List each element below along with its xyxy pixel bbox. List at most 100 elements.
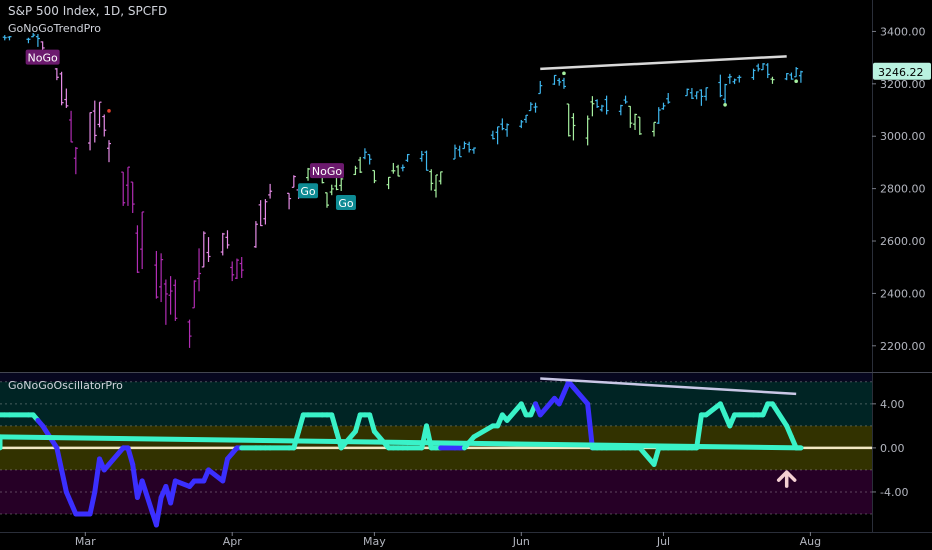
signal-label-go: Go <box>298 183 319 199</box>
price-bar <box>135 225 140 273</box>
price-bar <box>405 153 410 162</box>
price-bar <box>467 141 472 153</box>
price-bar <box>761 63 765 71</box>
price-bar <box>732 78 737 85</box>
price-trendline[interactable] <box>540 55 787 71</box>
price-bar <box>438 171 443 185</box>
price-bar <box>291 175 296 188</box>
signal-dot <box>562 71 566 76</box>
price-bar <box>97 101 102 128</box>
price-bar <box>784 73 789 81</box>
time-tick-label: Jul <box>656 535 670 548</box>
price-dots <box>107 71 798 113</box>
price-bar <box>26 37 31 44</box>
price-bar <box>102 114 107 137</box>
price-bar <box>798 70 803 83</box>
price-bar <box>121 171 126 206</box>
price-bar <box>325 192 329 208</box>
price-bar <box>590 96 595 117</box>
price-bar <box>633 113 638 130</box>
price-bar <box>566 103 571 137</box>
price-bar <box>353 165 358 176</box>
price-bar <box>561 77 566 89</box>
price-bar <box>154 250 159 299</box>
price-bar <box>54 68 59 81</box>
price-bar <box>163 279 168 325</box>
price-trendline-stroke <box>540 55 787 71</box>
price-tick-label: 2400.00 <box>880 287 926 300</box>
price-bar <box>756 63 761 72</box>
price-bar <box>751 68 756 80</box>
price-bar <box>794 67 799 78</box>
price-bar <box>789 72 794 80</box>
price-bar <box>107 140 111 163</box>
price-bar <box>263 199 268 225</box>
price-bar <box>666 93 671 104</box>
price-bar <box>306 167 311 181</box>
time-tick-label: Aug <box>800 535 821 548</box>
price-bar <box>424 150 429 171</box>
osc-band-top <box>0 373 872 382</box>
price-bar <box>462 141 467 150</box>
price-bar <box>718 74 723 98</box>
price-bar <box>519 119 524 129</box>
price-bar <box>457 145 462 158</box>
osc-tick-label: 4.00 <box>880 398 905 411</box>
price-bar <box>329 184 334 196</box>
price-bar <box>173 279 178 321</box>
price-bar <box>595 99 600 108</box>
price-signals: NoGo NoGo Go Go <box>25 49 356 211</box>
price-bar <box>727 73 732 84</box>
price-bar <box>623 95 628 104</box>
price-bar <box>2 35 7 41</box>
price-bar <box>35 34 40 47</box>
price-tick-label: 2200.00 <box>880 340 926 353</box>
time-tick-label: Apr <box>223 535 243 548</box>
price-bar <box>524 114 529 123</box>
chart-title: S&P 500 Index, 1D, SPCFD <box>8 4 168 18</box>
price-bar <box>367 153 372 165</box>
price-bar <box>253 221 258 248</box>
osc-tick-label: 0.00 <box>880 442 905 455</box>
price-bar <box>505 123 510 137</box>
price-bar <box>201 231 206 268</box>
signal-label-go: Go <box>335 195 356 211</box>
price-bar <box>765 63 770 79</box>
price-bar <box>585 115 590 146</box>
price-bar <box>737 75 742 83</box>
last-price-value: 3246.22 <box>878 66 924 79</box>
price-bar <box>419 150 424 162</box>
price-bars <box>2 33 803 348</box>
price-bar <box>652 121 656 137</box>
price-bar <box>637 116 642 135</box>
price-bar <box>500 118 505 131</box>
price-bar <box>73 146 78 175</box>
price-bar <box>230 261 235 282</box>
osc-tick-label: -4.00 <box>880 486 908 499</box>
signal-dot <box>723 102 727 107</box>
price-bar <box>92 100 97 143</box>
price-bar <box>571 113 576 141</box>
price-bar <box>220 232 225 256</box>
price-bar <box>396 164 401 177</box>
oscillator-name[interactable]: GoNoGoOscillatorPro <box>8 379 123 392</box>
signal-dot <box>794 79 798 84</box>
price-bar <box>495 126 500 145</box>
signal-text: Go <box>300 185 316 198</box>
last-price-badge[interactable]: 3246.22 <box>873 62 931 80</box>
price-bar <box>604 95 609 115</box>
time-tick-label: Jun <box>512 535 530 548</box>
price-tick-label: 3400.00 <box>880 25 926 38</box>
price-bar <box>471 147 476 154</box>
price-bar <box>125 166 130 206</box>
indicator-name[interactable]: GoNoGoTrendPro <box>8 22 101 35</box>
price-tick-label: 2800.00 <box>880 183 926 196</box>
price-bar <box>358 156 363 173</box>
price-tick-label: 2600.00 <box>880 235 926 248</box>
price-bar <box>234 258 239 279</box>
signal-dot <box>107 109 111 113</box>
time-tick-label: May <box>363 535 386 548</box>
price-tick-label: 3200.00 <box>880 78 926 91</box>
signal-label-nogo: NoGo <box>25 49 60 65</box>
price-bar <box>168 276 173 315</box>
